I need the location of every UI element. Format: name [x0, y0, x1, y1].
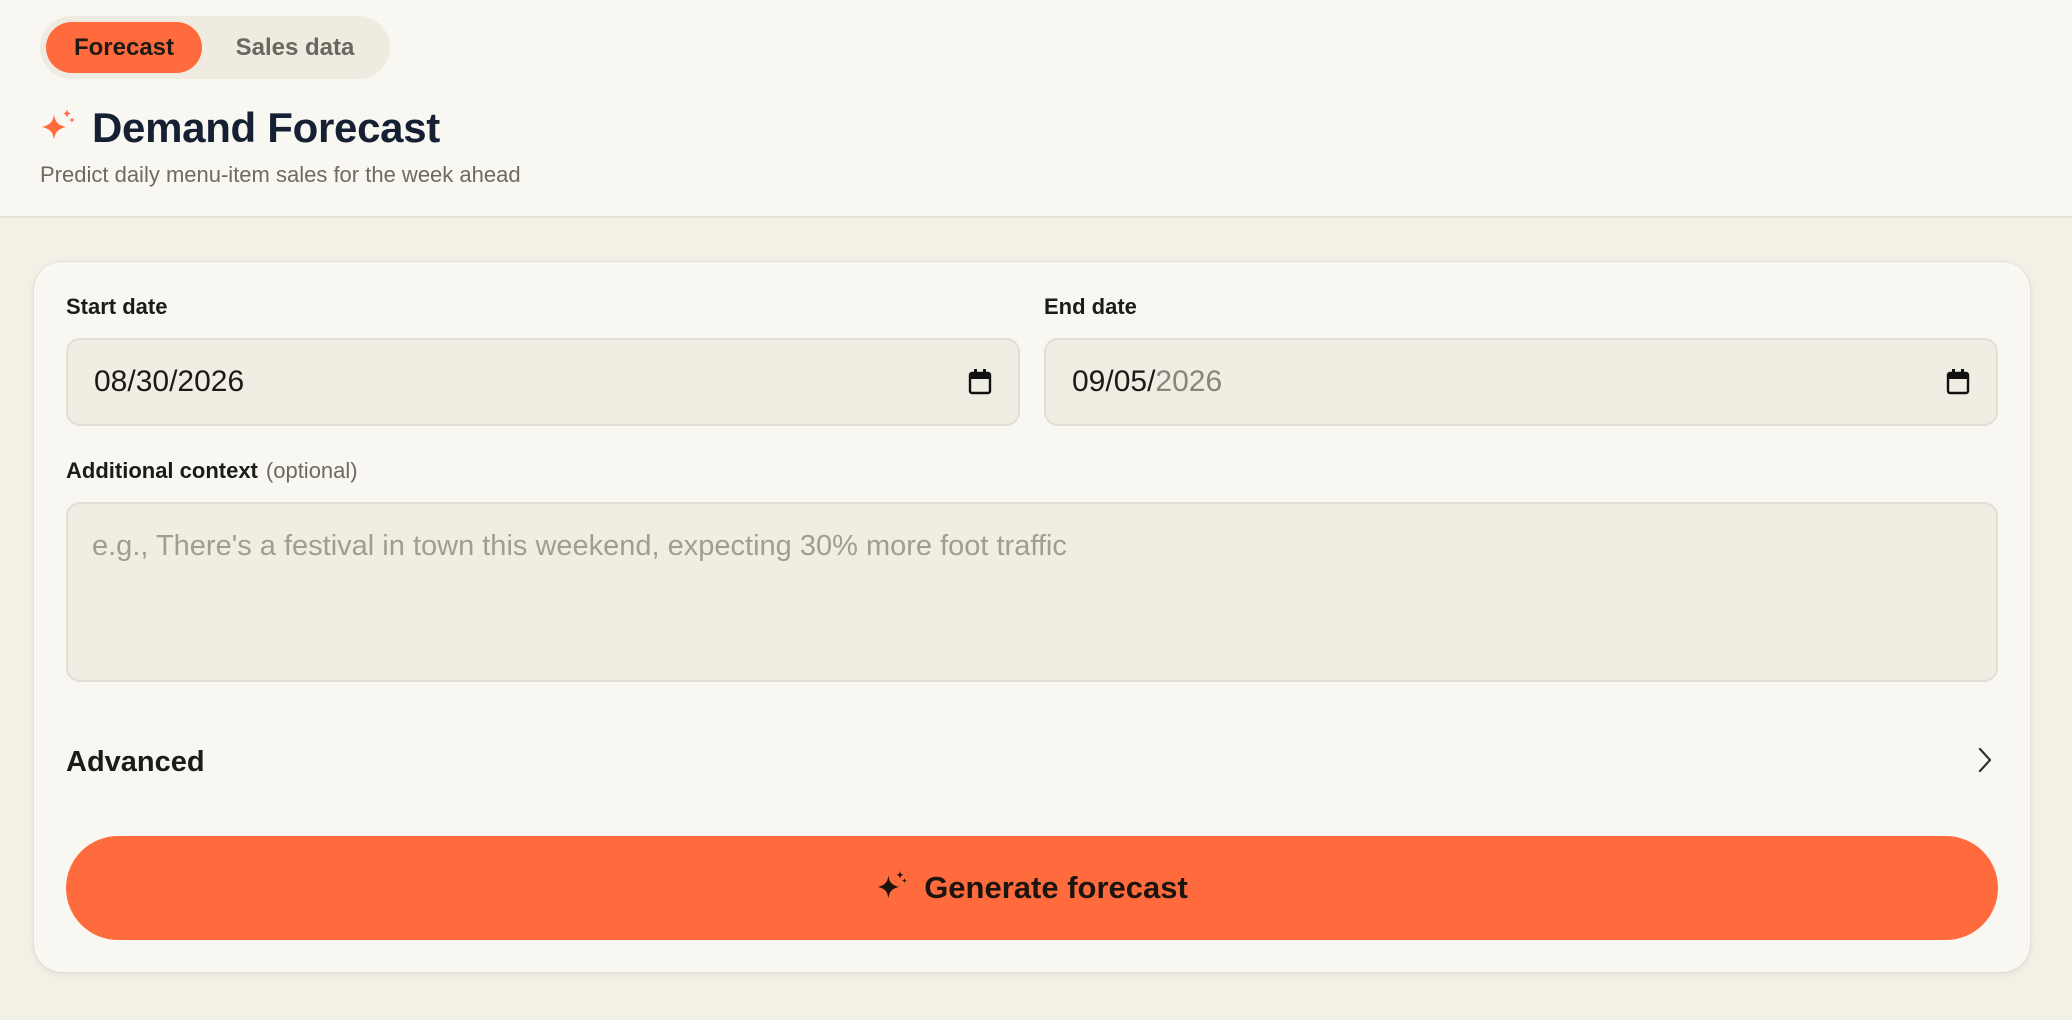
- sparkle-icon: [876, 870, 908, 907]
- chevron-right-icon: [1976, 746, 1994, 779]
- context-label-text: Additional context: [66, 458, 258, 483]
- end-date-value: 09/05/: [1072, 365, 1156, 398]
- start-date-value: 08/30/2026: [94, 365, 245, 398]
- optional-hint: (optional): [265, 458, 358, 483]
- sparkle-icon: [40, 108, 76, 149]
- page-header: Forecast Sales data Demand Forecast Pred…: [0, 0, 2072, 218]
- end-date-input[interactable]: 09/05/2026: [1044, 338, 1998, 426]
- advanced-label: Advanced: [66, 745, 205, 778]
- context-textarea[interactable]: e.g., There's a festival in town this we…: [66, 502, 1998, 682]
- generate-forecast-label: Generate forecast: [924, 870, 1188, 905]
- page-subtitle: Predict daily menu-item sales for the we…: [40, 162, 521, 187]
- context-placeholder: e.g., There's a festival in town this we…: [92, 530, 1067, 562]
- start-date-label: Start date: [66, 294, 168, 319]
- end-date-label: End date: [1044, 294, 1137, 319]
- forecast-form-card: Start date 08/30/2026 End date 09/05/202…: [34, 262, 2030, 972]
- end-date-year: 2026: [1155, 365, 1223, 398]
- generate-forecast-button[interactable]: Generate forecast: [66, 836, 1998, 940]
- tab-sales-data[interactable]: Sales data: [210, 22, 380, 73]
- tab-forecast[interactable]: Forecast: [46, 22, 202, 73]
- calendar-icon[interactable]: [1946, 369, 1970, 395]
- advanced-toggle[interactable]: Advanced: [66, 732, 1998, 792]
- page-title: Demand Forecast: [92, 104, 440, 151]
- start-date-input[interactable]: 08/30/2026: [66, 338, 1020, 426]
- context-label: Additional context (optional): [66, 458, 358, 484]
- title-row: Demand Forecast: [40, 104, 440, 152]
- view-tabs: Forecast Sales data: [40, 16, 390, 79]
- calendar-icon[interactable]: [968, 369, 992, 395]
